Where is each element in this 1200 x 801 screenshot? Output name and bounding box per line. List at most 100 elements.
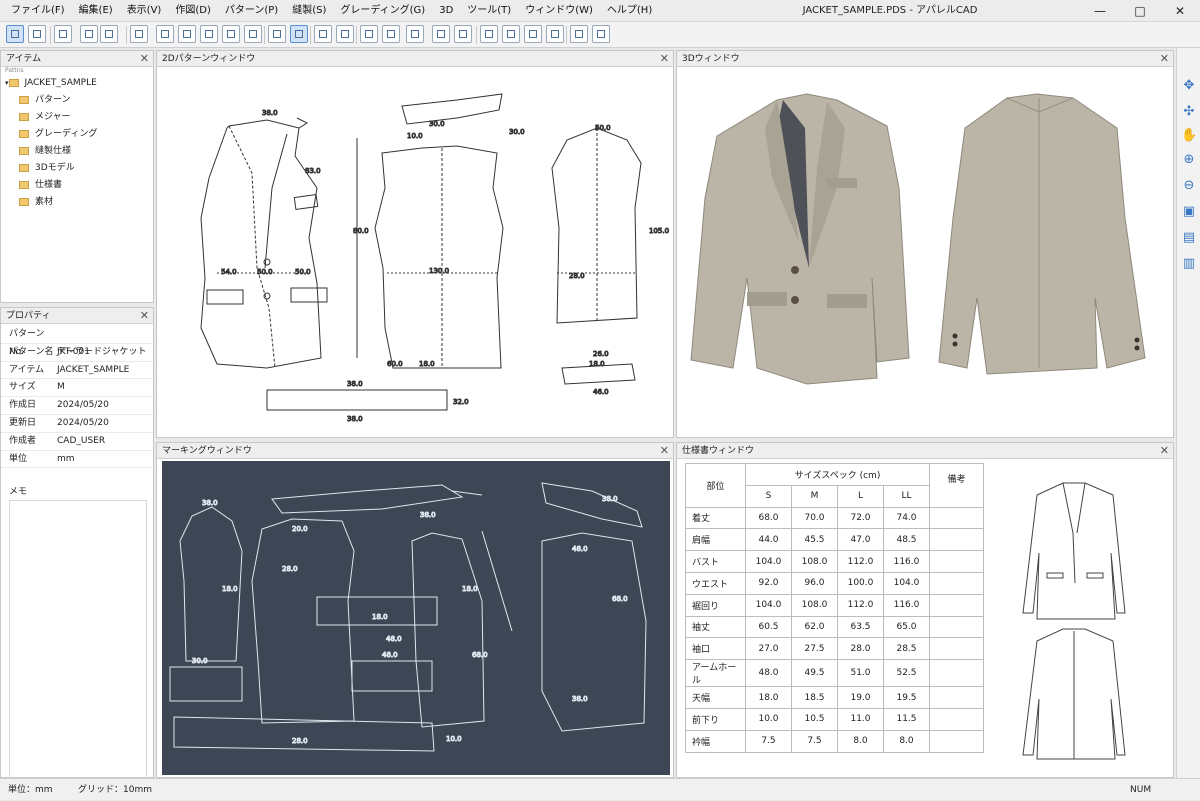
tree-item-pattern[interactable]: パターン xyxy=(5,92,97,109)
notch-tool-icon[interactable] xyxy=(200,25,218,43)
menu-help[interactable]: ヘルプ(H) xyxy=(600,0,659,22)
spec-value-cell: 92.0 xyxy=(745,571,792,595)
svg-text:18.0: 18.0 xyxy=(419,360,435,368)
spec-value-cell: 108.0 xyxy=(791,593,838,617)
spec-value-cell: 11.5 xyxy=(883,707,930,731)
waistband-piece xyxy=(266,389,448,411)
menu-edit[interactable]: 編集(E) xyxy=(72,0,120,22)
fabric-tool-icon[interactable] xyxy=(406,25,424,43)
stitch-tool-icon[interactable] xyxy=(382,25,400,43)
svg-text:26.0: 26.0 xyxy=(593,350,609,358)
close-icon[interactable]: ✕ xyxy=(140,51,149,67)
tree-item-3d-model[interactable]: 3Dモデル xyxy=(5,160,97,177)
menu-draw[interactable]: 作図(D) xyxy=(168,0,218,22)
marking-canvas[interactable]: 38.0 18.0 20.0 28.0 18.0 48.0 38.0 18.0 … xyxy=(162,461,670,775)
spec-value-cell: 7.5 xyxy=(745,729,792,753)
pattern-window-header: 2Dパターンウィンドウ ✕ xyxy=(157,51,673,67)
measure-tool-icon[interactable] xyxy=(100,25,118,43)
fit-view-icon[interactable]: ▣ xyxy=(1181,204,1197,220)
svg-text:18.0: 18.0 xyxy=(462,585,478,593)
chart-tool-icon[interactable] xyxy=(480,25,498,43)
table-tool-icon[interactable] xyxy=(502,25,520,43)
svg-text:30.0: 30.0 xyxy=(429,120,445,128)
zoom-out-icon[interactable]: ⊖ xyxy=(1181,178,1197,194)
menu-file[interactable]: ファイル(F) xyxy=(4,0,72,22)
menu-pattern[interactable]: パターン(P) xyxy=(218,0,285,22)
svg-text:50.0: 50.0 xyxy=(295,268,311,276)
grainline-tool-icon[interactable] xyxy=(222,25,240,43)
close-icon[interactable]: ✕ xyxy=(1160,51,1169,67)
close-icon[interactable]: ✕ xyxy=(660,443,669,459)
svg-text:38.0: 38.0 xyxy=(347,415,363,423)
hand-icon[interactable]: ✋ xyxy=(1181,128,1197,144)
dimension-labels: 38.0 83.0 30.0 10.0 30.0 80.0 54.0 50.0 … xyxy=(221,109,670,424)
pleat-tool-icon[interactable] xyxy=(156,25,174,43)
properties-list: パターンNo. JKT-001 パターン名 テーラードジャケット アイテム JACKE… xyxy=(1,326,153,469)
collar-piece xyxy=(401,93,503,125)
menu-window[interactable]: ウィンドウ(W) xyxy=(518,0,600,22)
grading-tool-icon[interactable] xyxy=(268,25,286,43)
svg-text:80.0: 80.0 xyxy=(353,227,369,235)
marking-window: マーキングウィンドウ ✕ 38.0 18.0 20.0 28.0 18.0 48.… xyxy=(156,442,674,778)
dart-tool-icon[interactable] xyxy=(130,25,148,43)
print-tool-icon[interactable] xyxy=(546,25,564,43)
spec-value-cell: 51.0 xyxy=(837,659,884,688)
spec-part-cell: 袖丈 xyxy=(685,615,746,639)
curve-tool-icon[interactable] xyxy=(80,25,98,43)
tree-item-spec[interactable]: 仕様書 xyxy=(5,177,97,194)
side-view-icon[interactable]: ▥ xyxy=(1181,256,1197,272)
tree-item-measure[interactable]: メジャー xyxy=(5,109,97,126)
svg-text:48.0: 48.0 xyxy=(386,635,402,643)
mirror-tool-icon[interactable] xyxy=(244,25,262,43)
title-bar: ファイル(F) 編集(E) 表示(V) 作図(D) パターン(P) 縫製(S) … xyxy=(0,0,1200,22)
close-icon[interactable]: ✕ xyxy=(1160,443,1169,459)
marker-tool-icon[interactable] xyxy=(290,25,308,43)
rotate-tool-icon[interactable] xyxy=(314,25,332,43)
menu-view[interactable]: 表示(V) xyxy=(120,0,169,22)
select-tool-icon[interactable] xyxy=(6,25,24,43)
spec-value-cell: 112.0 xyxy=(837,593,884,617)
spec-note-cell xyxy=(929,707,984,731)
menu-grading[interactable]: グレーディング(G) xyxy=(333,0,432,22)
flip-tool-icon[interactable] xyxy=(336,25,354,43)
tree-item-grading[interactable]: グレーディング xyxy=(5,126,97,143)
view3d-canvas[interactable] xyxy=(677,68,1173,437)
svg-text:60.0: 60.0 xyxy=(387,360,403,368)
folder-icon xyxy=(19,112,29,121)
report-tool-icon[interactable] xyxy=(524,25,542,43)
close-icon[interactable]: ✕ xyxy=(140,308,149,324)
tree-item-material[interactable]: 素材 xyxy=(5,194,97,211)
svg-text:130.0: 130.0 xyxy=(429,267,449,275)
marking-window-header: マーキングウィンドウ ✕ xyxy=(157,443,673,459)
minimize-button[interactable]: — xyxy=(1080,0,1120,22)
memo-textarea[interactable] xyxy=(9,500,147,780)
properties-panel: プロパティ ✕ パターンNo. JKT-001 パターン名 テーラードジャケット アイ… xyxy=(0,307,154,780)
simulate-tool-icon[interactable] xyxy=(454,25,472,43)
zoom-in-icon[interactable]: ⊕ xyxy=(1181,152,1197,168)
close-icon[interactable]: ✕ xyxy=(660,51,669,67)
front-view-icon[interactable]: ▤ xyxy=(1181,230,1197,246)
maximize-button[interactable]: □ xyxy=(1120,0,1160,22)
tree-item-sewing[interactable]: 縫製仕様 xyxy=(5,143,97,160)
seam-tool-icon[interactable] xyxy=(178,25,196,43)
tree-root[interactable]: ▾ JACKET_SAMPLE xyxy=(5,75,97,92)
spec-value-cell: 104.0 xyxy=(745,593,792,617)
svg-text:30.0: 30.0 xyxy=(192,657,208,665)
texture-tool-icon[interactable] xyxy=(432,25,450,43)
spec-row: ウエスト 92.0 96.0 100.0 104.0 xyxy=(685,571,984,595)
pan-view-icon[interactable]: ✣ xyxy=(1181,104,1197,120)
menu-sewing[interactable]: 縫製(S) xyxy=(285,0,333,22)
line-tool-icon[interactable] xyxy=(54,25,72,43)
menu-tools[interactable]: ツール(T) xyxy=(460,0,518,22)
rotate-view-icon[interactable]: ✥ xyxy=(1181,78,1197,94)
sew-tool-icon[interactable] xyxy=(360,25,378,43)
menu-3d[interactable]: 3D xyxy=(432,0,460,22)
header-part: 部位 xyxy=(685,463,746,508)
export-tool-icon[interactable] xyxy=(570,25,588,43)
close-button[interactable]: ✕ xyxy=(1160,0,1200,22)
spec-value-cell: 108.0 xyxy=(791,550,838,573)
settings-tool-icon[interactable] xyxy=(592,25,610,43)
point-tool-icon[interactable] xyxy=(28,25,46,43)
pattern-canvas[interactable]: 38.0 83.0 30.0 10.0 30.0 80.0 54.0 50.0 … xyxy=(157,68,673,437)
spec-row: 袖丈 60.5 62.0 63.5 65.0 xyxy=(685,615,984,639)
